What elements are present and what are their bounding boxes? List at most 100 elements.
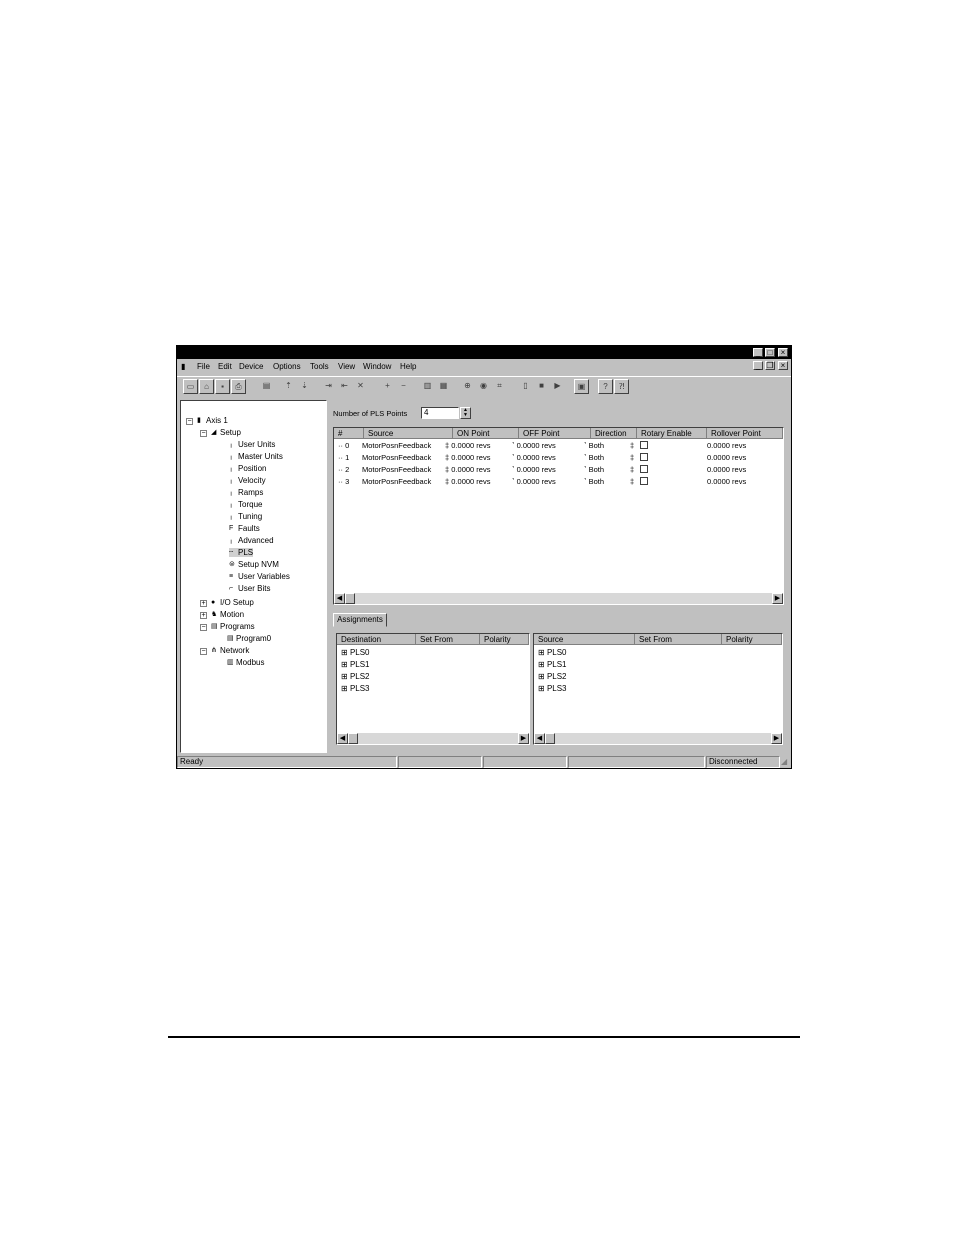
source-cell[interactable]: MotorPosnFeedback: [362, 453, 431, 462]
remove-icon[interactable]: −: [396, 379, 411, 394]
on-point-cell[interactable]: ‡ 0.0000 revs: [445, 441, 490, 450]
menu-file[interactable]: File: [197, 362, 210, 371]
context-help-icon[interactable]: ⁈: [614, 379, 629, 394]
source-cell[interactable]: MotorPosnFeedback: [362, 441, 431, 450]
col-header-source[interactable]: Source: [534, 634, 635, 645]
run-icon[interactable]: ▯: [518, 379, 533, 394]
off-point-cell[interactable]: ˺ 0.0000 revs: [512, 441, 556, 450]
scroll-right-icon[interactable]: ▶: [518, 733, 529, 744]
watch-icon[interactable]: ◉: [476, 379, 491, 394]
child-close-button[interactable]: ×: [778, 361, 788, 370]
rotary-enable-checkbox[interactable]: [640, 441, 648, 449]
scroll-right-icon[interactable]: ▶: [772, 593, 783, 604]
menu-device[interactable]: Device: [239, 362, 263, 371]
rollover-cell[interactable]: 0.0000 revs: [707, 477, 746, 486]
scroll-thumb[interactable]: [345, 593, 355, 604]
tree-item-faults[interactable]: F Faults: [229, 524, 260, 533]
save-icon[interactable]: ▪: [215, 379, 230, 394]
scroll-left-icon[interactable]: ◀: [337, 733, 348, 744]
scroll-right-icon[interactable]: ▶: [771, 733, 782, 744]
menu-window[interactable]: Window: [363, 362, 391, 371]
col-header-number[interactable]: #: [334, 428, 364, 439]
col-header-source[interactable]: Source: [364, 428, 453, 439]
help-icon[interactable]: ?: [598, 379, 613, 394]
report-icon[interactable]: ▦: [436, 379, 451, 394]
horizontal-scrollbar[interactable]: ◀ ▶: [337, 733, 529, 744]
list-item[interactable]: ⊞ PLS3: [538, 684, 567, 693]
rotary-enable-checkbox[interactable]: [640, 477, 648, 485]
on-point-cell[interactable]: ‡ 0.0000 revs: [445, 465, 490, 474]
connect-icon[interactable]: ⇥: [321, 379, 336, 394]
tree-item-torque[interactable]: ╷ Torque: [229, 500, 262, 509]
tree-item-program0[interactable]: ▤ Program0: [227, 634, 271, 643]
source-cell[interactable]: MotorPosnFeedback: [362, 477, 431, 486]
collapse-icon[interactable]: −: [200, 624, 207, 631]
tree-item-pls[interactable]: ┄ PLS: [229, 548, 254, 557]
compile-icon[interactable]: ▥: [420, 379, 435, 394]
tree-item-velocity[interactable]: ╷ Velocity: [229, 476, 266, 485]
minimize-button[interactable]: _: [753, 348, 763, 357]
on-point-cell[interactable]: ‡ 0.0000 revs: [445, 453, 490, 462]
off-point-cell[interactable]: ˺ 0.0000 revs: [512, 477, 556, 486]
col-header-set-from[interactable]: Set From: [635, 634, 722, 645]
tree-item-tuning[interactable]: ╷ Tuning: [229, 512, 262, 521]
direction-cell[interactable]: ˺ Both: [584, 465, 604, 474]
expand-icon[interactable]: +: [200, 612, 207, 619]
tree-item-modbus[interactable]: ▥ Modbus: [227, 658, 264, 667]
scroll-left-icon[interactable]: ◀: [334, 593, 345, 604]
zoom-icon[interactable]: ⊕: [460, 379, 475, 394]
tree-item-ramps[interactable]: ╷ Ramps: [229, 488, 263, 497]
scroll-thumb[interactable]: [348, 733, 358, 744]
rollover-cell[interactable]: 0.0000 revs: [707, 453, 746, 462]
expand-icon[interactable]: ⊞: [341, 660, 348, 669]
rotary-enable-checkbox[interactable]: [640, 453, 648, 461]
tree-item-master-units[interactable]: ╷ Master Units: [229, 452, 283, 461]
new-file-icon[interactable]: ▭: [183, 379, 198, 394]
off-point-cell[interactable]: ˺ 0.0000 revs: [512, 453, 556, 462]
child-restore-button[interactable]: ❐: [765, 361, 775, 370]
properties-icon[interactable]: ▤: [259, 379, 274, 394]
open-folder-icon[interactable]: ⌂: [199, 379, 214, 394]
tree-node-axis[interactable]: ▮ Axis 1: [197, 416, 228, 425]
download-icon[interactable]: ⇣: [297, 379, 312, 394]
expand-icon[interactable]: ⊞: [341, 672, 348, 681]
col-header-polarity[interactable]: Polarity: [722, 634, 782, 645]
direction-spinner-icon[interactable]: ‡: [630, 465, 634, 474]
collapse-icon[interactable]: −: [200, 648, 207, 655]
disconnect-icon[interactable]: ⇤: [337, 379, 352, 394]
menu-edit[interactable]: Edit: [218, 362, 232, 371]
col-header-polarity[interactable]: Polarity: [480, 634, 529, 645]
horizontal-scrollbar[interactable]: ◀ ▶: [534, 733, 782, 744]
direction-cell[interactable]: ˺ Both: [584, 441, 604, 450]
menu-view[interactable]: View: [338, 362, 355, 371]
expand-icon[interactable]: ⊞: [538, 660, 545, 669]
scroll-thumb[interactable]: [545, 733, 555, 744]
expand-icon[interactable]: ⊞: [341, 684, 348, 693]
col-header-direction[interactable]: Direction: [591, 428, 637, 439]
collapse-icon[interactable]: −: [186, 418, 193, 425]
rollover-cell[interactable]: 0.0000 revs: [707, 441, 746, 450]
col-header-rollover-point[interactable]: Rollover Point: [707, 428, 783, 439]
tree-item-position[interactable]: ╷ Position: [229, 464, 266, 473]
maximize-button[interactable]: □: [765, 348, 775, 357]
resize-grip-icon[interactable]: ◢: [781, 757, 791, 767]
menu-help[interactable]: Help: [400, 362, 416, 371]
list-item[interactable]: ⊞ PLS3: [341, 684, 370, 693]
expand-icon[interactable]: +: [200, 600, 207, 607]
list-item[interactable]: ⊞ PLS1: [341, 660, 370, 669]
stop-icon[interactable]: ■: [534, 379, 549, 394]
tree-item-user-variables[interactable]: ≡ User Variables: [229, 572, 290, 581]
add-icon[interactable]: +: [380, 379, 395, 394]
app-icon[interactable]: ▮: [181, 362, 185, 371]
list-item[interactable]: ⊞ PLS1: [538, 660, 567, 669]
expand-icon[interactable]: ⊞: [538, 648, 545, 657]
menu-tools[interactable]: Tools: [310, 362, 329, 371]
col-header-rotary-enable[interactable]: Rotary Enable: [637, 428, 707, 439]
expand-icon[interactable]: ⊞: [538, 672, 545, 681]
direction-cell[interactable]: ˺ Both: [584, 477, 604, 486]
tree-node-programs[interactable]: ▤ Programs: [211, 622, 255, 631]
child-minimize-button[interactable]: _: [753, 361, 763, 370]
tree-node-io-setup[interactable]: ● I/O Setup: [211, 598, 254, 607]
scroll-left-icon[interactable]: ◀: [534, 733, 545, 744]
direction-spinner-icon[interactable]: ‡: [630, 453, 634, 462]
